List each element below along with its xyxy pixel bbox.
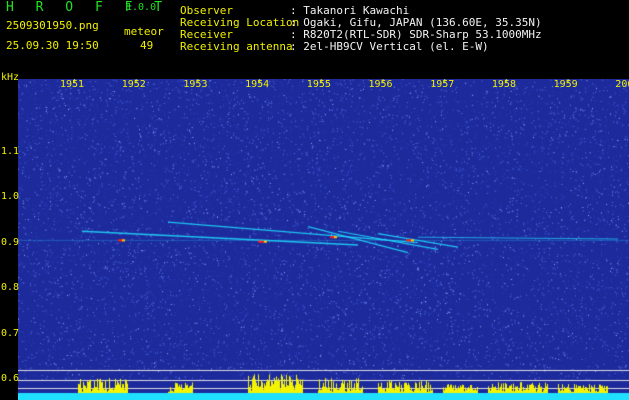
- location-value: : Ogaki, Gifu, JAPAN (136.60E, 35.35N): [290, 16, 542, 29]
- capture-filename: 2509301950.png: [6, 19, 99, 32]
- y-tick-label: 0.9: [1, 236, 20, 248]
- meteor-count-value: 49: [140, 39, 154, 52]
- observer-label: Observer: [180, 4, 233, 17]
- x-tick-label: 2000: [615, 79, 629, 90]
- app-version: 1.0.0: [126, 2, 157, 13]
- spectrogram-canvas: [18, 79, 629, 400]
- antenna-value: : 2el-HB9CV Vertical (el. E-W): [290, 40, 489, 53]
- x-tick-label: 1958: [491, 79, 516, 90]
- capture-datetime: 25.09.30 19:50: [6, 39, 99, 52]
- x-tick-label: 1954: [245, 79, 270, 90]
- x-tick-label: 1956: [368, 79, 393, 90]
- meteor-count-label: meteor: [124, 25, 164, 38]
- y-tick-label: 1.1: [1, 145, 20, 157]
- x-tick-label: 1953: [183, 79, 208, 90]
- header-panel: H R O F F T 1.0.0 2509301950.png 25.09.3…: [0, 0, 629, 72]
- x-tick-label: 1952: [121, 79, 146, 90]
- observer-value: : Takanori Kawachi: [290, 4, 410, 17]
- x-tick-label: 1951: [60, 79, 85, 90]
- antenna-label: Receiving antenna: [180, 40, 293, 53]
- x-tick-label: 1955: [306, 79, 331, 90]
- location-label: Receiving Location: [180, 16, 300, 29]
- x-tick-label: 1957: [430, 79, 455, 90]
- y-axis-unit-label: kHz: [1, 72, 20, 83]
- receiver-label: Receiver: [180, 28, 233, 41]
- x-tick-label: 1959: [553, 79, 578, 90]
- receiver-value: : R820T2(RTL-SDR) SDR-Sharp 53.1000MHz: [290, 28, 542, 41]
- y-tick-label: 0.6: [1, 373, 20, 384]
- y-tick-label: 1.0: [1, 191, 20, 203]
- y-tick-label: 0.8: [1, 282, 20, 294]
- y-tick-label: 0.7: [1, 327, 20, 339]
